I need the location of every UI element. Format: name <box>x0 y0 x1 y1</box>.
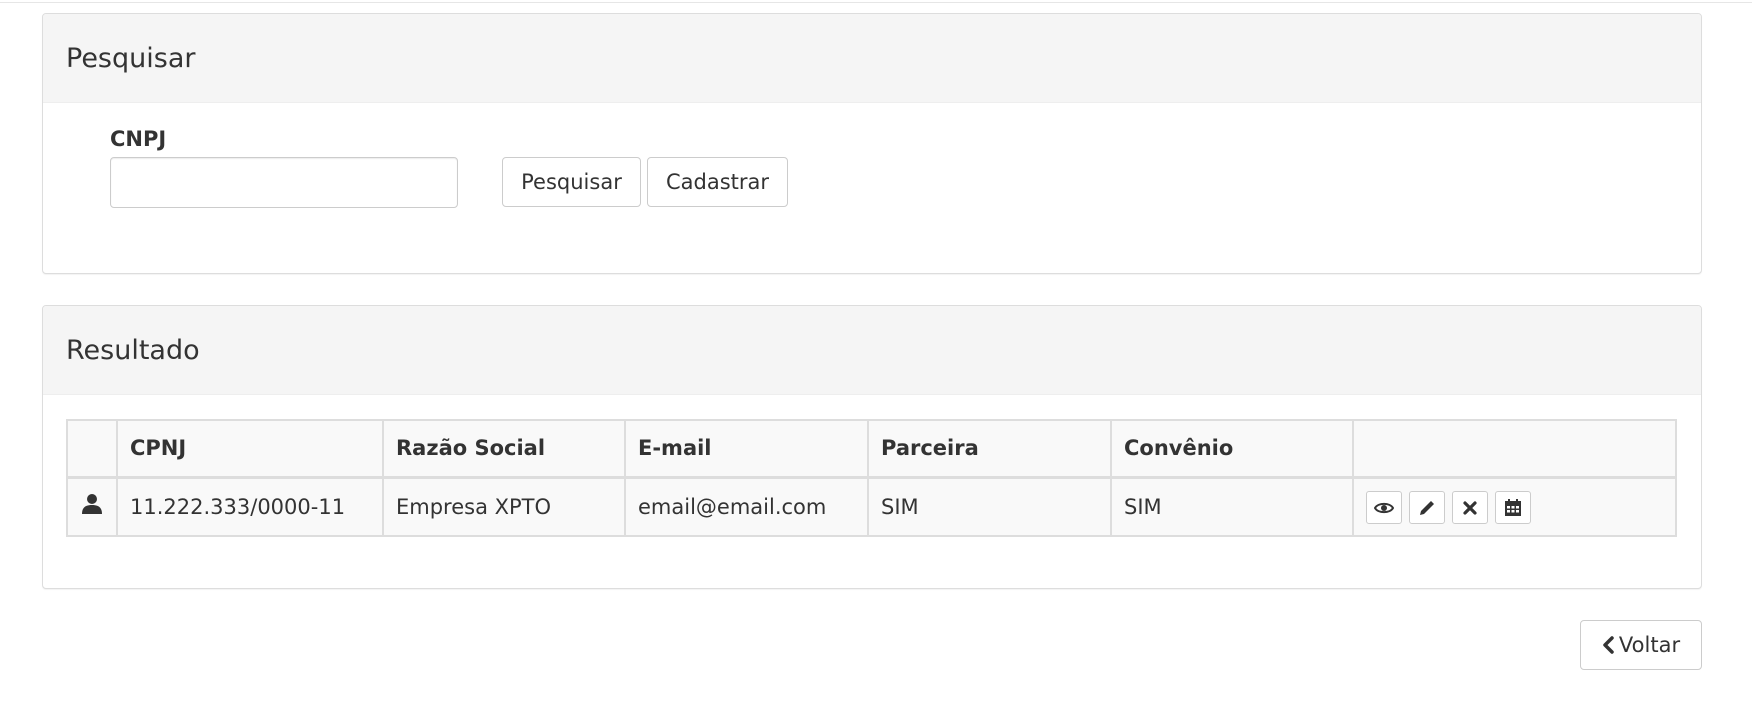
result-table: CPNJ Razão Social E-mail Parceira Convên… <box>66 419 1677 537</box>
register-button[interactable]: Cadastrar <box>647 157 788 207</box>
header-actions <box>1352 419 1677 479</box>
header-parceira: Parceira <box>867 419 1112 479</box>
view-button[interactable] <box>1366 491 1402 525</box>
cell-email: email@email.com <box>624 476 869 537</box>
cell-parceira: SIM <box>867 476 1112 537</box>
row-icon-cell <box>66 476 118 537</box>
top-divider <box>0 0 1752 3</box>
cell-actions <box>1352 476 1677 537</box>
cell-cpnj: 11.222.333/0000-11 <box>116 476 384 537</box>
result-panel-heading: Resultado <box>43 306 1701 395</box>
close-icon <box>1463 501 1477 515</box>
search-panel-heading: Pesquisar <box>43 14 1701 103</box>
search-panel: Pesquisar CNPJ Pesquisar Cadastrar <box>42 13 1702 274</box>
header-cpnj: CPNJ <box>116 419 384 479</box>
result-panel-title: Resultado <box>66 334 200 366</box>
header-razao-social: Razão Social <box>382 419 626 479</box>
cnpj-input[interactable] <box>110 157 458 208</box>
search-button[interactable]: Pesquisar <box>502 157 641 207</box>
schedule-button[interactable] <box>1495 491 1531 525</box>
cnpj-label: CNPJ <box>110 127 167 151</box>
chevron-left-icon <box>1603 636 1614 654</box>
header-email: E-mail <box>624 419 869 479</box>
eye-icon <box>1374 502 1394 513</box>
pencil-icon <box>1420 500 1434 515</box>
user-icon <box>82 494 102 515</box>
row-actions <box>1366 489 1663 525</box>
back-button[interactable]: Voltar <box>1580 620 1702 670</box>
result-panel: Resultado CPNJ Razão Social E-mail Parce… <box>42 305 1702 589</box>
table-row: 11.222.333/0000-11 Empresa XPTO email@em… <box>66 476 1677 537</box>
search-panel-title: Pesquisar <box>66 42 196 74</box>
edit-button[interactable] <box>1409 491 1445 525</box>
back-button-label: Voltar <box>1618 633 1681 657</box>
delete-button[interactable] <box>1452 491 1488 525</box>
cell-razao-social: Empresa XPTO <box>382 476 626 537</box>
calendar-icon <box>1505 498 1521 516</box>
header-convenio: Convênio <box>1110 419 1354 479</box>
header-icon-cell <box>66 419 118 479</box>
cell-convenio: SIM <box>1110 476 1354 537</box>
table-header-row: CPNJ Razão Social E-mail Parceira Convên… <box>66 419 1677 479</box>
